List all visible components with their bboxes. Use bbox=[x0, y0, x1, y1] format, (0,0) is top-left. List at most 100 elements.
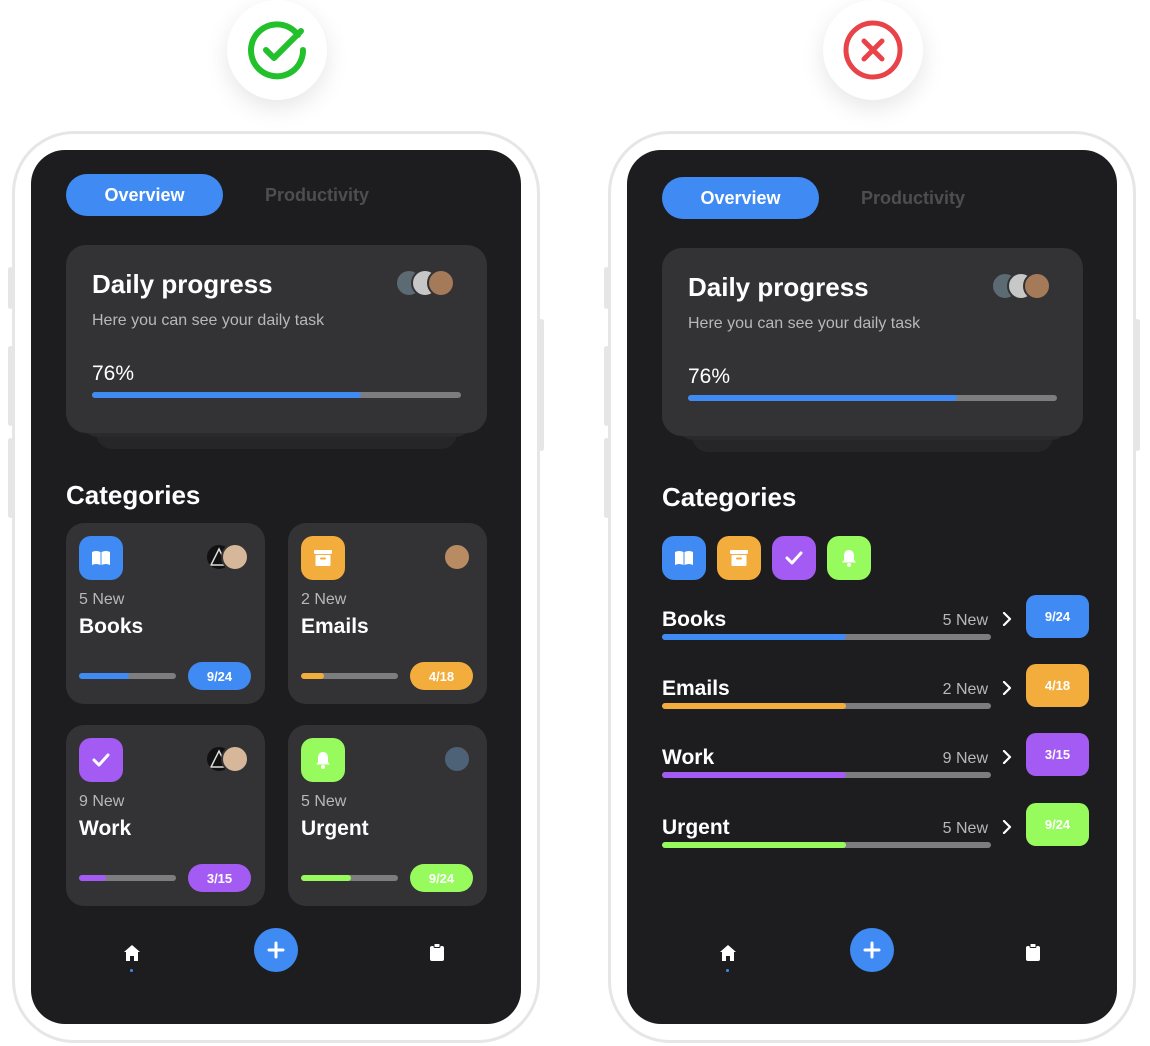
good-verdict bbox=[227, 0, 327, 100]
daily-progress-percent: 76% bbox=[92, 362, 135, 385]
avatar-group bbox=[205, 543, 249, 571]
check-icon[interactable] bbox=[772, 536, 816, 580]
bad-verdict bbox=[823, 0, 923, 100]
daily-progress-percent: 76% bbox=[688, 365, 731, 388]
home-icon[interactable] bbox=[719, 944, 737, 962]
add-button[interactable] bbox=[850, 928, 894, 972]
daily-progress-card[interactable]: Daily progress Here you can see your dai… bbox=[662, 248, 1083, 436]
category-row-emails[interactable]: Emails 2 New 4/18 bbox=[662, 664, 1089, 737]
bell-icon[interactable] bbox=[827, 536, 871, 580]
category-card-work[interactable]: 9 New Work 3/15 bbox=[66, 725, 265, 906]
tab-overview[interactable]: Overview bbox=[662, 177, 819, 219]
category-progress-bar bbox=[662, 703, 991, 709]
phone-side-button bbox=[8, 267, 13, 309]
avatar-group bbox=[205, 745, 249, 773]
bell-icon bbox=[301, 738, 345, 782]
category-progress-fill bbox=[301, 673, 325, 679]
avatar-group bbox=[443, 745, 471, 773]
category-new-count: 9 New bbox=[942, 750, 988, 767]
check-circle-icon bbox=[248, 21, 307, 80]
category-task-count: 9/24 bbox=[410, 864, 473, 892]
category-progress-fill bbox=[662, 703, 847, 709]
bottom-nav bbox=[31, 924, 521, 1024]
category-row-books[interactable]: Books 5 New 9/24 bbox=[662, 595, 1089, 668]
avatar bbox=[443, 543, 471, 571]
category-progress-fill bbox=[662, 634, 847, 640]
daily-progress-fill bbox=[688, 395, 958, 401]
avatar bbox=[427, 269, 455, 297]
book-icon bbox=[79, 536, 123, 580]
tab-bar: Overview Productivity bbox=[66, 174, 369, 216]
tab-productivity[interactable]: Productivity bbox=[265, 185, 369, 206]
bad-phone-mockup: Overview Productivity Daily progress Her… bbox=[604, 131, 1140, 1043]
book-icon[interactable] bbox=[662, 536, 706, 580]
category-progress-bar bbox=[662, 634, 991, 640]
category-name: Books bbox=[662, 608, 727, 631]
plus-icon bbox=[863, 941, 881, 959]
phone-side-button bbox=[1135, 319, 1140, 451]
home-icon[interactable] bbox=[123, 944, 141, 962]
chevron-right-icon[interactable] bbox=[1002, 681, 1012, 695]
category-task-count: 4/18 bbox=[1026, 664, 1089, 707]
categories-title: Categories bbox=[662, 482, 797, 512]
category-name: Urgent bbox=[662, 816, 730, 839]
category-progress-bar bbox=[79, 673, 176, 679]
daily-progress-subtitle: Here you can see your daily task bbox=[92, 312, 325, 329]
avatar-group bbox=[991, 272, 1051, 300]
category-new-count: 5 New bbox=[79, 591, 125, 608]
tab-bar: Overview Productivity bbox=[662, 177, 965, 219]
phone-side-button bbox=[539, 319, 544, 451]
plus-icon bbox=[267, 941, 285, 959]
category-task-count: 9/24 bbox=[188, 662, 251, 690]
category-name: Emails bbox=[301, 615, 369, 638]
daily-progress-bar bbox=[92, 392, 461, 398]
category-row-urgent[interactable]: Urgent 5 New 9/24 bbox=[662, 803, 1089, 876]
chevron-right-icon[interactable] bbox=[1002, 820, 1012, 834]
category-progress-fill bbox=[662, 842, 847, 848]
daily-progress-stack: Daily progress Here you can see your dai… bbox=[662, 248, 1083, 458]
avatar bbox=[1023, 272, 1051, 300]
daily-progress-card[interactable]: Daily progress Here you can see your dai… bbox=[66, 245, 487, 433]
category-progress-bar bbox=[662, 772, 991, 778]
daily-progress-bar bbox=[688, 395, 1057, 401]
x-circle-icon bbox=[843, 20, 903, 80]
category-new-count: 2 New bbox=[301, 591, 347, 608]
daily-progress-subtitle: Here you can see your daily task bbox=[688, 315, 921, 332]
category-progress-fill bbox=[301, 875, 352, 881]
category-card-books[interactable]: 5 New Books 9/24 bbox=[66, 523, 265, 704]
category-new-count: 2 New bbox=[942, 681, 988, 698]
daily-progress-stack: Daily progress Here you can see your dai… bbox=[66, 245, 487, 455]
category-task-count: 9/24 bbox=[1026, 803, 1089, 846]
category-card-emails[interactable]: 2 New Emails 4/18 bbox=[288, 523, 487, 704]
avatar bbox=[221, 745, 249, 773]
category-progress-bar bbox=[662, 842, 991, 848]
avatar bbox=[221, 543, 249, 571]
archive-icon bbox=[301, 536, 345, 580]
category-task-count: 4/18 bbox=[410, 662, 473, 690]
archive-icon[interactable] bbox=[717, 536, 761, 580]
app-screen: Overview Productivity Daily progress Her… bbox=[627, 150, 1117, 1024]
category-new-count: 5 New bbox=[301, 793, 347, 810]
clipboard-icon[interactable] bbox=[429, 943, 445, 961]
category-name: Urgent bbox=[301, 817, 369, 840]
category-name: Work bbox=[79, 817, 132, 840]
check-icon bbox=[79, 738, 123, 782]
tab-overview[interactable]: Overview bbox=[66, 174, 223, 216]
chevron-right-icon[interactable] bbox=[1002, 750, 1012, 764]
category-progress-bar bbox=[301, 673, 398, 679]
tab-productivity[interactable]: Productivity bbox=[861, 188, 965, 209]
phone-side-button bbox=[8, 346, 13, 426]
category-progress-fill bbox=[662, 772, 847, 778]
category-name: Work bbox=[662, 746, 715, 769]
category-progress-fill bbox=[79, 673, 130, 679]
add-button[interactable] bbox=[254, 928, 298, 972]
category-new-count: 5 New bbox=[942, 612, 988, 629]
category-row-work[interactable]: Work 9 New 3/15 bbox=[662, 733, 1089, 806]
clipboard-icon[interactable] bbox=[1025, 943, 1041, 961]
chevron-right-icon[interactable] bbox=[1002, 612, 1012, 626]
phone-side-button bbox=[604, 438, 609, 518]
avatar bbox=[443, 745, 471, 773]
category-new-count: 5 New bbox=[942, 820, 988, 837]
category-card-urgent[interactable]: 5 New Urgent 9/24 bbox=[288, 725, 487, 906]
app-screen: Overview Productivity Daily progress Her… bbox=[31, 150, 521, 1024]
